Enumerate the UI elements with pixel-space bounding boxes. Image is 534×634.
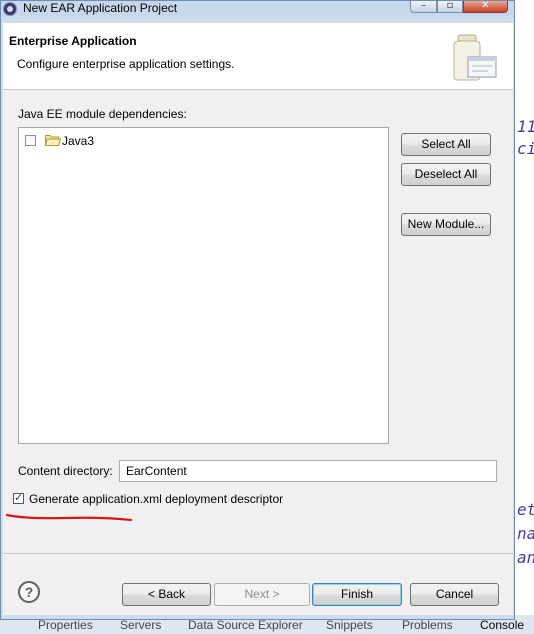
- dialog-content: Enterprise Application Configure enterpr…: [3, 23, 513, 615]
- content-directory-input[interactable]: EarContent: [119, 460, 497, 482]
- new-ear-project-dialog: New EAR Application Project – ▫ ✕ Enterp…: [0, 0, 515, 620]
- background-editor: 11 ci et na an: [515, 0, 534, 634]
- maximize-button[interactable]: ▫: [437, 1, 463, 13]
- title-bar[interactable]: New EAR Application Project – ▫ ✕: [1, 1, 514, 17]
- tab-console[interactable]: Console: [480, 618, 524, 632]
- page-description: Configure enterprise application setting…: [17, 57, 235, 71]
- new-module-button[interactable]: New Module...: [401, 213, 491, 236]
- finish-button[interactable]: Finish: [312, 583, 402, 606]
- list-item-label: Java3: [62, 134, 95, 148]
- deselect-all-button[interactable]: Deselect All: [401, 163, 491, 186]
- close-button[interactable]: ✕: [463, 1, 508, 13]
- window-title: New EAR Application Project: [23, 1, 178, 15]
- help-icon[interactable]: ?: [18, 581, 40, 603]
- page-title: Enterprise Application: [9, 34, 137, 48]
- back-button[interactable]: < Back: [122, 583, 211, 606]
- footer-separator: [3, 553, 513, 554]
- minimize-button[interactable]: –: [410, 1, 437, 13]
- tab-properties[interactable]: Properties: [38, 618, 93, 632]
- code-fragment: ci: [517, 139, 534, 158]
- folder-icon: [45, 135, 61, 146]
- code-fragment: 11: [517, 117, 534, 136]
- code-fragment: et: [517, 500, 534, 519]
- next-button[interactable]: Next >: [214, 583, 310, 606]
- eclipse-icon: [3, 2, 17, 16]
- code-fragment: an: [517, 548, 534, 567]
- annotation-underline: [5, 513, 133, 522]
- select-all-button[interactable]: Select All: [401, 133, 491, 156]
- java3-checkbox[interactable]: [25, 135, 36, 146]
- module-dependencies-list[interactable]: Java3: [18, 127, 389, 444]
- ear-jar-icon: [453, 34, 497, 81]
- wizard-banner: Enterprise Application Configure enterpr…: [3, 23, 513, 90]
- module-dependencies-label: Java EE module dependencies:: [18, 107, 187, 121]
- tab-problems[interactable]: Problems: [402, 618, 453, 632]
- cancel-button[interactable]: Cancel: [410, 583, 499, 606]
- tab-data-source-explorer[interactable]: Data Source Explorer: [188, 618, 303, 632]
- tab-servers[interactable]: Servers: [120, 618, 161, 632]
- generate-descriptor-checkbox[interactable]: [13, 491, 24, 504]
- content-directory-label: Content directory:: [18, 464, 113, 478]
- generate-descriptor-label[interactable]: Generate application.xml deployment desc…: [29, 492, 283, 506]
- code-fragment: na: [517, 524, 534, 543]
- tab-snippets[interactable]: Snippets: [326, 618, 373, 632]
